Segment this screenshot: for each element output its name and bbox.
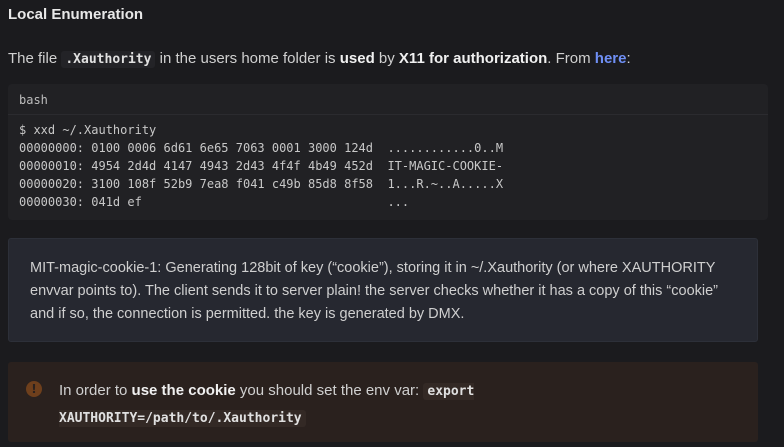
section-heading: Local Enumeration — [8, 6, 144, 23]
code-line: 00000010: 4954 2d4d 4147 4943 2d43 4f4f … — [19, 159, 504, 173]
intro-paragraph: The file .Xauthority in the users home f… — [8, 50, 631, 68]
info-hint-box: MIT-magic-cookie-1: Generating 128bit of… — [8, 238, 758, 342]
intro-bold-used: used — [339, 50, 375, 67]
code-block[interactable]: bash $ xxd ~/.Xauthority 00000000: 0100 … — [8, 84, 768, 220]
inline-code-filename: .Xauthority — [61, 51, 156, 68]
code-line: 00000000: 0100 0006 6d61 6e65 7063 0001 … — [19, 141, 504, 155]
intro-text-5: : — [626, 50, 631, 67]
intro-text-1: The file — [8, 50, 62, 67]
intro-text-2: in the users home folder is — [155, 50, 340, 67]
code-line: $ xxd ~/.Xauthority — [19, 123, 157, 137]
warning-text-1: In order to — [59, 382, 132, 399]
intro-text-4: . From — [547, 50, 595, 67]
warning-text: In order to use the cookie you should se… — [59, 378, 699, 432]
code-line: 00000020: 3100 108f 52b9 7ea8 f041 c49b … — [19, 177, 504, 191]
intro-text-3: by — [374, 50, 399, 67]
warning-text-2: you should set the env var: — [235, 382, 424, 399]
code-line: 00000030: 041d ef ... — [19, 195, 410, 209]
info-hint-text: MIT-magic-cookie-1: Generating 128bit of… — [30, 260, 718, 322]
code-divider — [8, 114, 768, 115]
code-language-label: bash — [19, 93, 48, 107]
intro-bold-x11: X11 for authorization — [398, 50, 548, 67]
warning-hint-box: ! In order to use the cookie you should … — [8, 362, 758, 442]
here-link[interactable]: here — [595, 50, 627, 67]
code-content: $ xxd ~/.Xauthority 00000000: 0100 0006 … — [19, 121, 503, 211]
exclamation-circle-icon: ! — [26, 381, 42, 397]
warning-bold: use the cookie — [131, 382, 236, 399]
